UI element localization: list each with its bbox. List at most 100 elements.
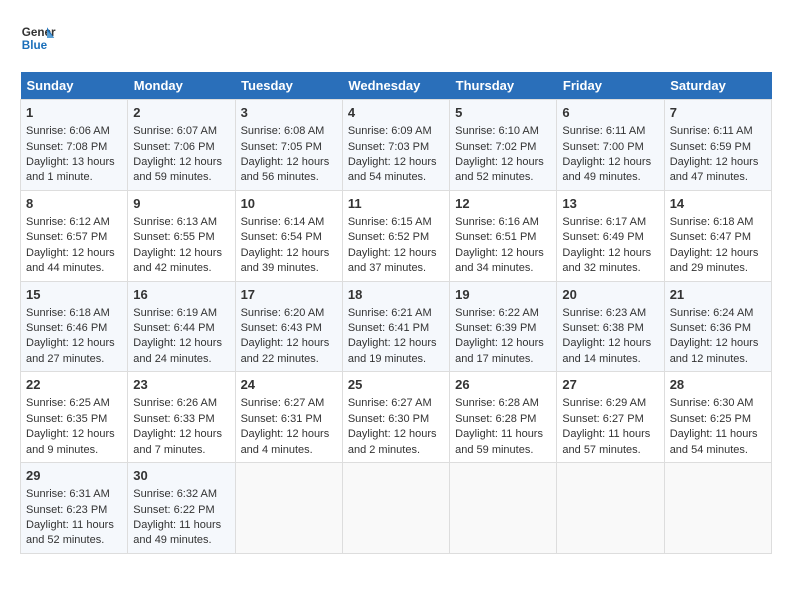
calendar-cell: 5Sunrise: 6:10 AMSunset: 7:02 PMDaylight… [450, 100, 557, 191]
calendar-cell: 13Sunrise: 6:17 AMSunset: 6:49 PMDayligh… [557, 190, 664, 281]
day-number: 4 [348, 104, 444, 122]
day-info-line: and 34 minutes. [455, 261, 551, 276]
day-info-line: Daylight: 12 hours [26, 427, 122, 442]
calendar-cell [664, 463, 771, 554]
day-info-line: Sunset: 6:25 PM [670, 412, 766, 427]
day-info-line: Sunrise: 6:20 AM [241, 306, 337, 321]
calendar-cell: 14Sunrise: 6:18 AMSunset: 6:47 PMDayligh… [664, 190, 771, 281]
weekday-header-row: SundayMondayTuesdayWednesdayThursdayFrid… [21, 72, 772, 100]
day-info-line: Sunrise: 6:09 AM [348, 124, 444, 139]
calendar-cell [235, 463, 342, 554]
day-info-line: Daylight: 12 hours [455, 336, 551, 351]
day-number: 24 [241, 376, 337, 394]
calendar-cell: 20Sunrise: 6:23 AMSunset: 6:38 PMDayligh… [557, 281, 664, 372]
day-info-line: Sunrise: 6:07 AM [133, 124, 229, 139]
day-info-line: Sunrise: 6:10 AM [455, 124, 551, 139]
day-info-line: Sunset: 6:31 PM [241, 412, 337, 427]
day-info-line: Daylight: 11 hours [562, 427, 658, 442]
day-info-line: and 44 minutes. [26, 261, 122, 276]
calendar-cell: 17Sunrise: 6:20 AMSunset: 6:43 PMDayligh… [235, 281, 342, 372]
day-info-line: Sunrise: 6:21 AM [348, 306, 444, 321]
calendar-cell: 16Sunrise: 6:19 AMSunset: 6:44 PMDayligh… [128, 281, 235, 372]
day-number: 19 [455, 286, 551, 304]
day-info-line: Daylight: 12 hours [241, 155, 337, 170]
day-info-line: Sunset: 6:55 PM [133, 230, 229, 245]
day-info-line: Daylight: 12 hours [348, 427, 444, 442]
day-number: 10 [241, 195, 337, 213]
day-info-line: and 22 minutes. [241, 352, 337, 367]
day-info-line: and 2 minutes. [348, 443, 444, 458]
day-info-line: Sunset: 7:03 PM [348, 140, 444, 155]
day-info-line: Sunset: 6:43 PM [241, 321, 337, 336]
day-number: 12 [455, 195, 551, 213]
day-info-line: Sunrise: 6:16 AM [455, 215, 551, 230]
day-info-line: and 47 minutes. [670, 170, 766, 185]
day-info-line: Daylight: 12 hours [348, 155, 444, 170]
day-info-line: and 29 minutes. [670, 261, 766, 276]
day-info-line: and 37 minutes. [348, 261, 444, 276]
day-info-line: and 54 minutes. [348, 170, 444, 185]
calendar-cell: 27Sunrise: 6:29 AMSunset: 6:27 PMDayligh… [557, 372, 664, 463]
day-info-line: Sunset: 6:44 PM [133, 321, 229, 336]
day-info-line: and 52 minutes. [26, 533, 122, 548]
day-number: 22 [26, 376, 122, 394]
day-info-line: Sunrise: 6:29 AM [562, 396, 658, 411]
day-info-line: and 59 minutes. [133, 170, 229, 185]
day-info-line: Daylight: 12 hours [670, 246, 766, 261]
day-info-line: Sunrise: 6:17 AM [562, 215, 658, 230]
day-info-line: Sunset: 6:59 PM [670, 140, 766, 155]
weekday-header: Tuesday [235, 72, 342, 100]
day-info-line: Daylight: 12 hours [348, 336, 444, 351]
calendar-cell: 6Sunrise: 6:11 AMSunset: 7:00 PMDaylight… [557, 100, 664, 191]
logo-icon: General Blue [20, 20, 56, 56]
weekday-header: Monday [128, 72, 235, 100]
day-info-line: Sunrise: 6:27 AM [241, 396, 337, 411]
calendar-cell: 22Sunrise: 6:25 AMSunset: 6:35 PMDayligh… [21, 372, 128, 463]
day-info-line: and 59 minutes. [455, 443, 551, 458]
calendar-cell: 9 Sunrise: 6:13 AMSunset: 6:55 PMDaylight… [128, 190, 235, 281]
day-info-line: Daylight: 13 hours [26, 155, 122, 170]
day-info-line: Sunrise: 6:26 AM [133, 396, 229, 411]
day-info-line: Daylight: 12 hours [26, 336, 122, 351]
day-info-line: Sunset: 7:02 PM [455, 140, 551, 155]
day-info-line: Daylight: 12 hours [133, 155, 229, 170]
calendar-cell: 8Sunrise: 6:12 AMSunset: 6:57 PMDaylight… [21, 190, 128, 281]
day-info-line: Sunset: 6:49 PM [562, 230, 658, 245]
day-number: 14 [670, 195, 766, 213]
day-info-line: Daylight: 11 hours [455, 427, 551, 442]
day-number: 13 [562, 195, 658, 213]
day-number: 8 [26, 195, 122, 213]
calendar-cell [342, 463, 449, 554]
day-info-line: Sunset: 6:35 PM [26, 412, 122, 427]
day-info-line: and 54 minutes. [670, 443, 766, 458]
calendar-cell: 11Sunrise: 6:15 AMSunset: 6:52 PMDayligh… [342, 190, 449, 281]
day-info-line: and 17 minutes. [455, 352, 551, 367]
day-info-line: Sunset: 6:46 PM [26, 321, 122, 336]
day-info-line: Sunset: 7:05 PM [241, 140, 337, 155]
calendar-cell [557, 463, 664, 554]
day-info-line: Daylight: 12 hours [455, 246, 551, 261]
day-info-line: Sunset: 6:28 PM [455, 412, 551, 427]
day-info-line: and 27 minutes. [26, 352, 122, 367]
day-info-line: Daylight: 12 hours [348, 246, 444, 261]
day-info-line: and 24 minutes. [133, 352, 229, 367]
day-info-line: Sunrise: 6:12 AM [26, 215, 122, 230]
day-number: 21 [670, 286, 766, 304]
calendar-cell [450, 463, 557, 554]
day-info-line: Sunrise: 6:13 AM [133, 215, 229, 230]
day-info-line: Sunrise: 6:18 AM [670, 215, 766, 230]
day-info-line: Daylight: 12 hours [133, 246, 229, 261]
day-info-line: Daylight: 12 hours [241, 246, 337, 261]
day-info-line: and 1 minute. [26, 170, 122, 185]
day-info-line: Sunset: 6:39 PM [455, 321, 551, 336]
day-info-line: Daylight: 12 hours [133, 427, 229, 442]
day-number: 9 [133, 195, 229, 213]
calendar-week-row: 8Sunrise: 6:12 AMSunset: 6:57 PMDaylight… [21, 190, 772, 281]
day-info-line: Sunset: 7:06 PM [133, 140, 229, 155]
day-info-line: Sunset: 6:51 PM [455, 230, 551, 245]
day-info-line: and 49 minutes. [133, 533, 229, 548]
calendar-week-row: 22Sunrise: 6:25 AMSunset: 6:35 PMDayligh… [21, 372, 772, 463]
day-info-line: Daylight: 11 hours [26, 518, 122, 533]
day-info-line: Sunset: 6:30 PM [348, 412, 444, 427]
day-info-line: Sunset: 6:33 PM [133, 412, 229, 427]
